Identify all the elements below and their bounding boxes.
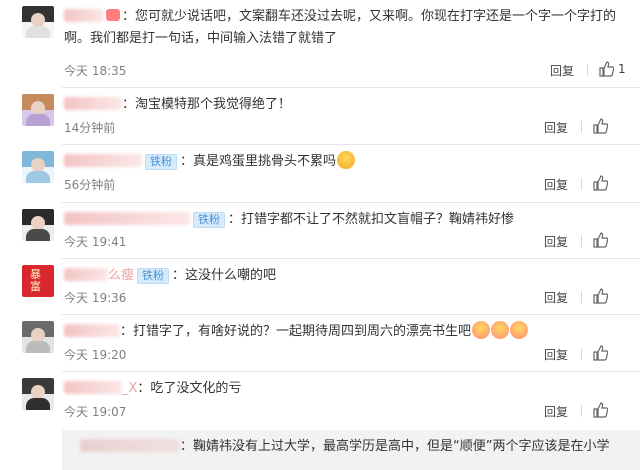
- comment-item: ：您可就少说话吧，文案翻车还没过去呢，又来啊。你现在打字还是一个字一个字打的啊。…: [0, 0, 640, 78]
- fan-badge: 铁粉: [137, 268, 170, 284]
- comment-time: 56分钟前: [64, 178, 116, 192]
- comment-text: ：您可就少说话吧，文案翻车还没过去呢，又来啊。你现在打字还是一个字一个字打的啊。…: [64, 9, 617, 46]
- thumb-up-icon[interactable]: [592, 118, 608, 134]
- comment-time: 今天 19:20: [64, 348, 127, 362]
- reply-button[interactable]: 回复: [544, 289, 568, 306]
- comment-item: 铁粉 ：真是鸡蛋里挑骨头不累吗 56分钟前 回复: [0, 145, 640, 205]
- crown-icon: [106, 9, 120, 21]
- comment-item: ：淘宝模特那个我觉得绝了！ 14分钟前 回复: [0, 88, 640, 148]
- thumb-up-icon[interactable]: [592, 232, 608, 248]
- comment-text-line: 铁粉 ：真是鸡蛋里挑骨头不累吗: [64, 151, 624, 173]
- smiley-emoji-icon: [337, 151, 356, 169]
- thumb-up-icon[interactable]: [598, 61, 614, 77]
- avatar[interactable]: [22, 151, 54, 183]
- comment-item: 铁粉 ：打错字都不让了不然就扣文盲帽子？鞠婧祎好惨 今天 19:41 回复: [0, 203, 640, 263]
- smiley-emoji-icon: [472, 321, 491, 339]
- username-visible[interactable]: _X: [122, 381, 137, 396]
- divider: [581, 291, 582, 303]
- username-blurred[interactable]: [80, 439, 180, 452]
- comment-time: 今天 19:41: [64, 235, 127, 249]
- comment-text: ：淘宝模特那个我觉得绝了！: [122, 97, 292, 112]
- thumb-up-icon[interactable]: [592, 288, 608, 304]
- avatar[interactable]: [22, 209, 54, 241]
- comment-text-line: 么瘦 铁粉 ：这没什么嘲的吧: [64, 265, 624, 287]
- comment-text-line: _X：吃了没文化的亏: [64, 378, 624, 400]
- username-blurred[interactable]: [64, 154, 142, 167]
- avatar[interactable]: [22, 6, 54, 38]
- smiley-emoji-icon: [510, 321, 529, 339]
- nested-reply-line: ：鞠婧祎没有上过大学，最高学历是高中，但是“顺便”两个字应该是在小学: [80, 436, 628, 458]
- reply-button[interactable]: 回复: [544, 233, 568, 250]
- username-blurred[interactable]: [64, 268, 108, 281]
- username-blurred[interactable]: [64, 381, 122, 394]
- comment-item: _X：吃了没文化的亏 今天 19:07 回复: [0, 372, 640, 432]
- comment-time: 今天 19:07: [64, 405, 127, 419]
- divider: [587, 64, 588, 76]
- comment-text-line: ：打错字了，有啥好说的？一起期待周四到周六的漂亮书生吧: [64, 321, 624, 343]
- reply-button[interactable]: 回复: [544, 403, 568, 420]
- thumb-up-icon[interactable]: [592, 345, 608, 361]
- nested-reply-text: ：鞠婧祎没有上过大学，最高学历是高中，但是“顺便”两个字应该是在小学: [180, 439, 610, 454]
- reply-button[interactable]: 回复: [544, 176, 568, 193]
- username-blurred[interactable]: [64, 212, 190, 225]
- comment-text: ：打错字了，有啥好说的？一起期待周四到周六的漂亮书生吧: [120, 324, 472, 339]
- comment-text: ：打错字都不让了不然就扣文盲帽子？鞠婧祎好惨: [228, 212, 515, 227]
- smiley-emoji-icon: [491, 321, 510, 339]
- divider: [581, 235, 582, 247]
- reply-button[interactable]: 回复: [544, 119, 568, 136]
- comment-text-line: ：您可就少说话吧，文案翻车还没过去呢，又来啊。你现在打字还是一个字一个字打的啊。…: [64, 6, 624, 50]
- divider: [581, 348, 582, 360]
- like-count: 1: [618, 62, 626, 76]
- reply-button[interactable]: 回复: [550, 62, 574, 79]
- nested-reply-block: ：鞠婧祎没有上过大学，最高学历是高中，但是“顺便”两个字应该是在小学: [62, 430, 640, 470]
- comment-item: ：打错字了，有啥好说的？一起期待周四到周六的漂亮书生吧 今天 19:20 回复: [0, 315, 640, 375]
- username-visible[interactable]: 么瘦: [108, 268, 134, 283]
- reply-button[interactable]: 回复: [544, 346, 568, 363]
- avatar[interactable]: [22, 378, 54, 410]
- username-blurred[interactable]: [64, 9, 104, 22]
- fan-badge: 铁粉: [193, 212, 225, 228]
- comment-time: 14分钟前: [64, 121, 116, 135]
- comment-item: 暴富 么瘦 铁粉 ：这没什么嘲的吧 今天 19:36 回复: [0, 259, 640, 319]
- thumb-up-icon[interactable]: [592, 402, 608, 418]
- comment-text: ：这没什么嘲的吧: [172, 268, 277, 283]
- username-blurred[interactable]: [64, 324, 120, 337]
- comment-text: ：真是鸡蛋里挑骨头不累吗: [180, 154, 337, 169]
- comment-text-line: 铁粉 ：打错字都不让了不然就扣文盲帽子？鞠婧祎好惨: [64, 209, 624, 231]
- divider: [581, 178, 582, 190]
- divider: [581, 121, 582, 133]
- comment-text: ：吃了没文化的亏: [137, 381, 242, 396]
- comment-text-line: ：淘宝模特那个我觉得绝了！: [64, 94, 624, 116]
- comment-time: 今天 18:35: [64, 64, 127, 78]
- avatar[interactable]: [22, 94, 54, 126]
- username-blurred[interactable]: [64, 97, 122, 110]
- thumb-up-icon[interactable]: [592, 175, 608, 191]
- avatar-glyph: 暴富: [30, 268, 41, 293]
- fan-badge: 铁粉: [145, 154, 177, 170]
- avatar[interactable]: 暴富: [22, 265, 54, 297]
- avatar[interactable]: [22, 321, 54, 353]
- comment-time: 今天 19:36: [64, 291, 127, 305]
- divider: [581, 405, 582, 417]
